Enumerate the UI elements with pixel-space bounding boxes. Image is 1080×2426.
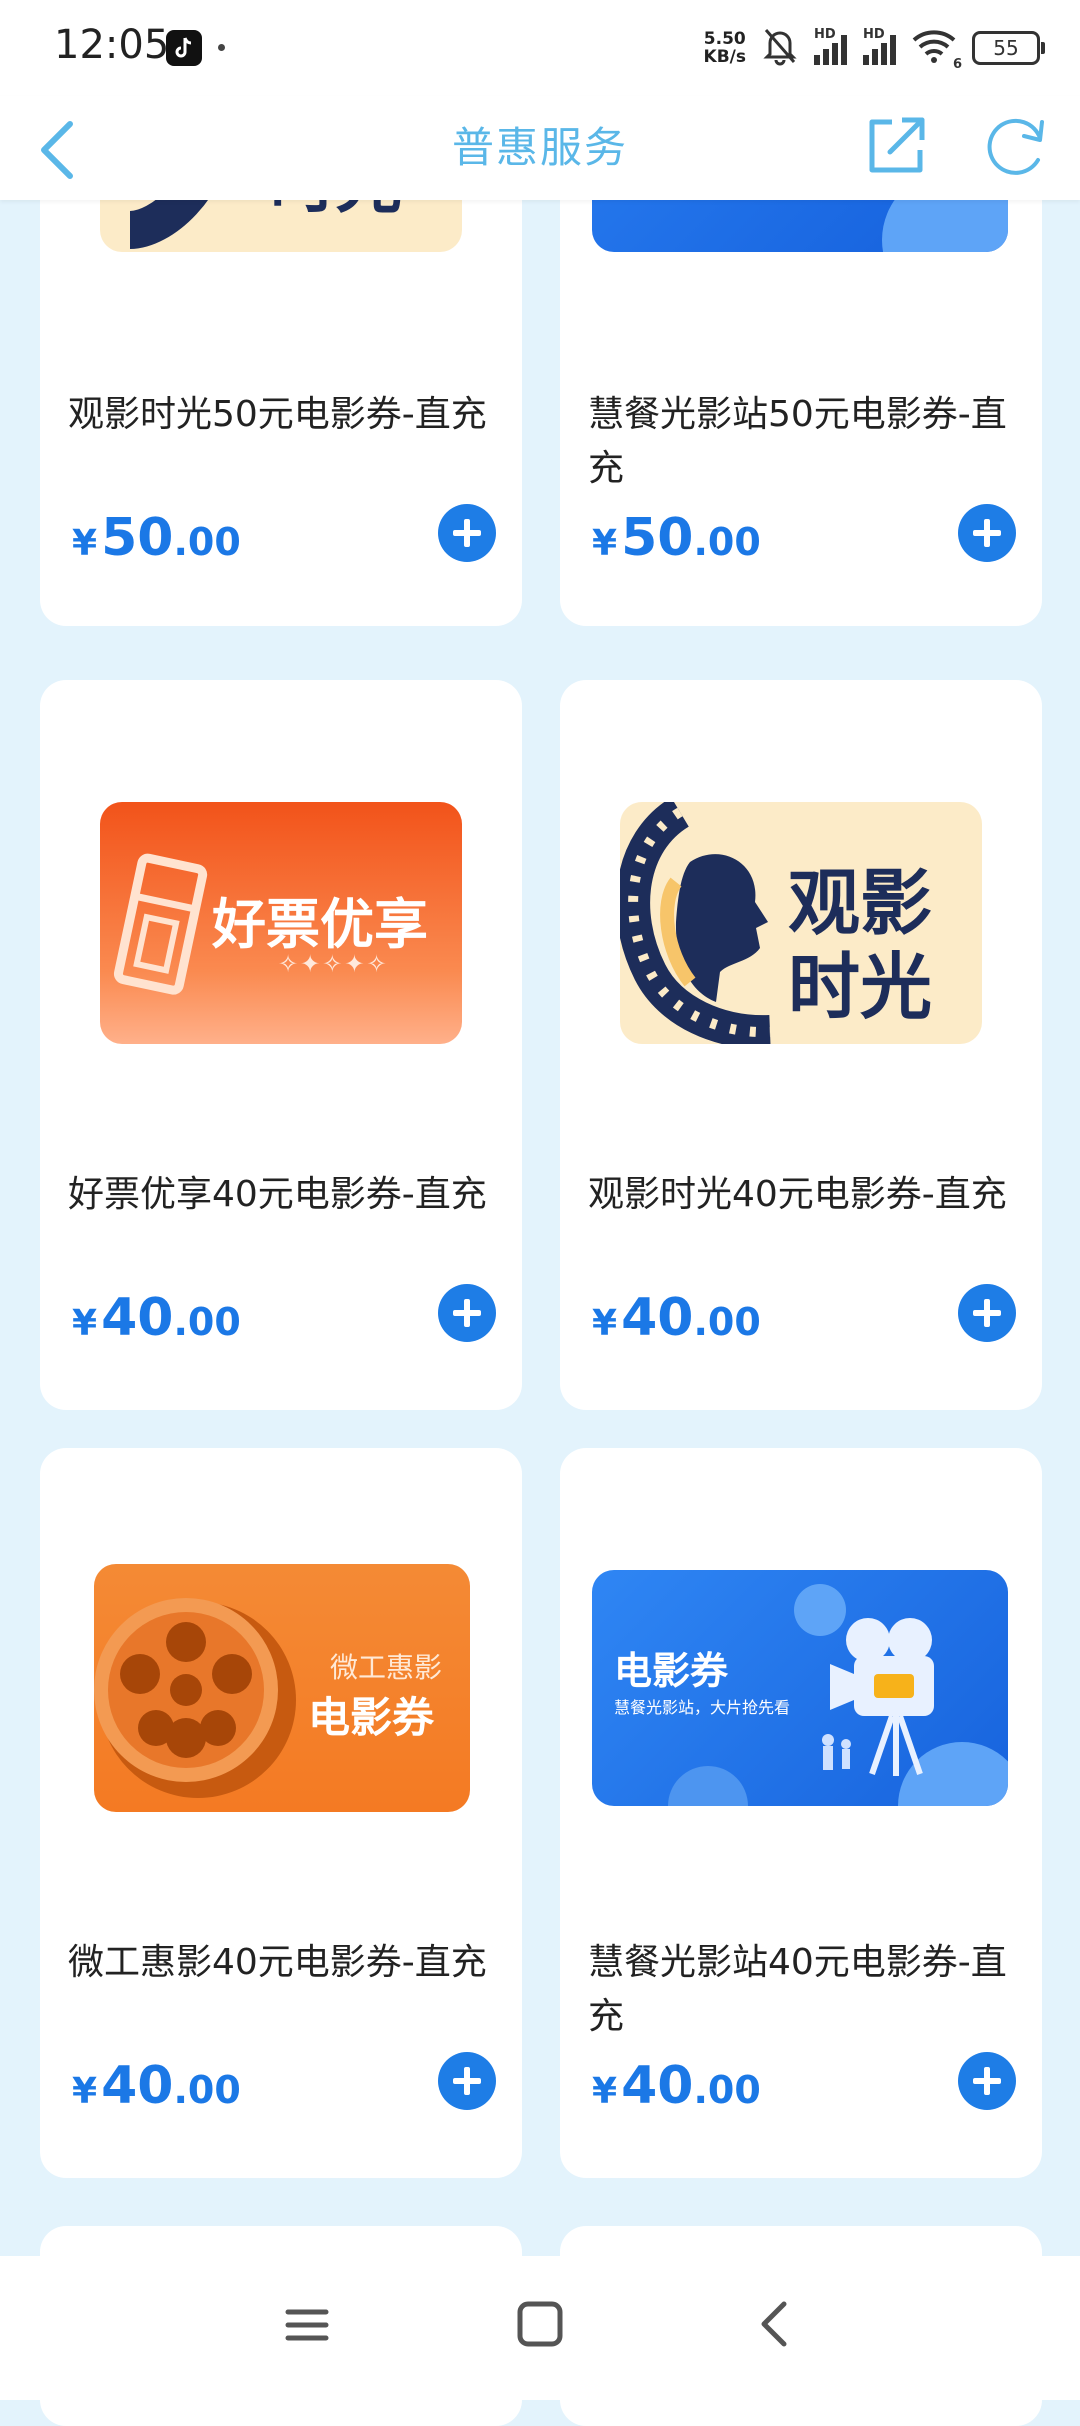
external-link-icon[interactable] [862, 110, 932, 180]
add-to-cart-button[interactable] [438, 2052, 496, 2110]
menu-icon[interactable] [282, 2300, 332, 2350]
product-card[interactable]: 微工惠影 电影券 微工惠影40元电影券-直充 ¥40.00 [40, 1448, 522, 2178]
price-integer: 40 [101, 2056, 174, 2116]
price-decimal: .00 [693, 520, 761, 564]
product-title: 微工惠影40元电影券-直充 [68, 1942, 487, 1983]
price-currency: ¥ [592, 1303, 618, 1344]
wifi-label: 6 [952, 57, 962, 72]
notification-dot [218, 44, 225, 51]
product-title: 好票优享40元电影券-直充 [68, 1174, 487, 1215]
price-currency: ¥ [592, 523, 618, 564]
product-card[interactable]: 好票优享 ✧✦✧✦✧ 好票优享40元电影券-直充 ¥40.00 [40, 680, 522, 1410]
price-currency: ¥ [72, 523, 98, 564]
product-price: ¥50.00 [592, 508, 761, 568]
price-decimal: .00 [173, 520, 241, 564]
refresh-icon[interactable] [980, 108, 1054, 182]
banner-text-2: ✧✦✧✦✧ [278, 950, 389, 978]
tiktok-notification-icon [166, 30, 202, 66]
blue-camera-banner: 电影券 慧餐光影站，大片抢先看 [592, 1570, 1008, 1806]
add-to-cart-button[interactable] [958, 2052, 1016, 2110]
price-decimal: .00 [173, 1300, 241, 1344]
price-integer: 40 [101, 1288, 174, 1348]
product-image: 电影券 慧餐光影站，大片抢先看 [560, 1448, 1042, 1928]
price-integer: 40 [621, 2056, 694, 2116]
price-currency: ¥ [72, 2071, 98, 2112]
wifi-icon: 6 [912, 28, 962, 72]
network-speed: 5.50 KB/s [704, 30, 746, 66]
network-speed-unit: KB/s [703, 47, 746, 67]
product-title: 慧餐光影站40元电影券-直充 [588, 1942, 1007, 2037]
title-bar: 普惠服务 [0, 96, 1080, 200]
price-integer: 50 [101, 508, 174, 568]
signal-1-icon: HD [814, 27, 847, 65]
product-title: 观影时光50元电影券-直充 [68, 394, 487, 435]
banner-text-2: 电影券 [308, 1693, 435, 1742]
battery-level: 55 [993, 36, 1019, 60]
product-price: ¥40.00 [592, 2056, 761, 2116]
back-chevron-icon[interactable] [748, 2296, 804, 2352]
network-speed-value: 5.50 [703, 29, 746, 49]
banner-text-1: 好票优享 [212, 893, 428, 956]
product-title: 慧餐光影站50元电影券-直充 [588, 394, 1007, 489]
status-bar: 12:05 5.50 KB/s HD HD 6 55 [0, 0, 1080, 96]
status-icons: 5.50 KB/s HD HD 6 55 [704, 26, 1045, 72]
add-to-cart-button[interactable] [438, 1284, 496, 1342]
product-price: ¥40.00 [72, 2056, 241, 2116]
battery-icon: 55 [972, 31, 1045, 65]
status-time: 12:05 [54, 22, 170, 68]
signal-2-icon: HD [863, 27, 896, 65]
price-currency: ¥ [72, 1303, 98, 1344]
add-to-cart-button[interactable] [958, 504, 1016, 562]
signal-2-label: HD [863, 27, 885, 42]
product-card[interactable]: 电影券 慧餐光影站，大片抢先看 慧餐光影站40元电影券-直充 ¥40.00 [560, 1448, 1042, 2178]
add-to-cart-button[interactable] [958, 1284, 1016, 1342]
price-integer: 50 [621, 508, 694, 568]
price-integer: 40 [621, 1288, 694, 1348]
price-decimal: .00 [693, 1300, 761, 1344]
banner-text-2: 慧餐光影站，大片抢先看 [614, 1698, 791, 1717]
product-image: 观影 时光 [560, 680, 1042, 1160]
price-decimal: .00 [173, 2068, 241, 2112]
system-navigation-bar [0, 2256, 1080, 2400]
product-image: 好票优享 ✧✦✧✦✧ [40, 680, 522, 1160]
product-card[interactable]: 观影 时光 观影时光40元电影券-直充 ¥40.00 [560, 680, 1042, 1410]
product-price: ¥40.00 [592, 1288, 761, 1348]
banner-text-2: 时光 [788, 945, 933, 1029]
home-square-icon[interactable] [512, 2296, 568, 2352]
add-to-cart-button[interactable] [438, 504, 496, 562]
product-image: 微工惠影 电影券 [40, 1448, 522, 1928]
banner-text-1: 微工惠影 [330, 1651, 443, 1684]
film-strip-banner: 观影 时光 [620, 802, 982, 1044]
product-price: ¥50.00 [72, 508, 241, 568]
price-currency: ¥ [592, 2071, 618, 2112]
product-title: 观影时光40元电影券-直充 [588, 1174, 1007, 1215]
price-decimal: .00 [693, 2068, 761, 2112]
product-price: ¥40.00 [72, 1288, 241, 1348]
bell-muted-icon [762, 26, 798, 70]
orange-ticket-banner: 好票优享 ✧✦✧✦✧ [100, 802, 462, 1044]
film-reel-banner: 微工惠影 电影券 [94, 1564, 470, 1812]
banner-text-1: 电影券 [614, 1649, 729, 1693]
signal-1-label: HD [814, 27, 836, 42]
